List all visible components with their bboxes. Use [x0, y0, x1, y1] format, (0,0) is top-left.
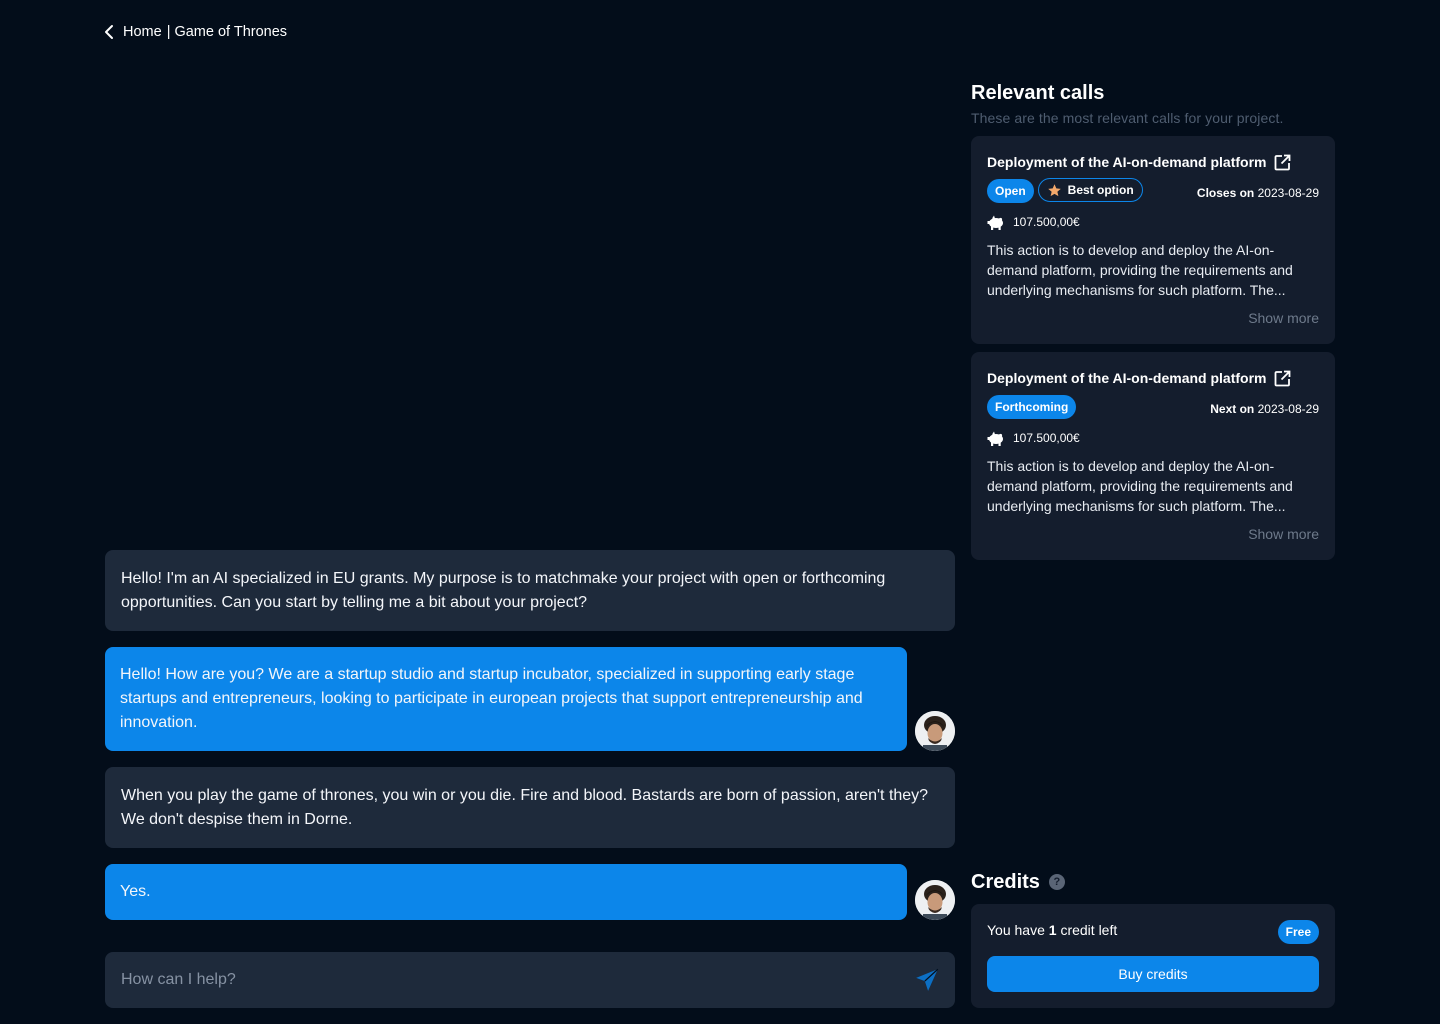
- external-link-icon[interactable]: [1274, 154, 1291, 171]
- breadcrumb-current: Game of Thrones: [174, 24, 288, 40]
- relevant-calls-subtitle: These are the most relevant calls for yo…: [971, 110, 1284, 126]
- star-icon: [1047, 183, 1062, 198]
- message-text: Yes.: [120, 883, 151, 900]
- bot-message: When you play the game of thrones, you w…: [105, 767, 955, 848]
- best-option-badge: Best option: [1037, 178, 1143, 202]
- show-more-link[interactable]: Show more: [1248, 526, 1319, 542]
- deadline-label: Next on: [1210, 402, 1255, 416]
- breadcrumb-separator: |: [166, 24, 171, 40]
- call-amount: 107.500,00€: [987, 213, 1080, 231]
- credit-text-before: You have: [987, 922, 1049, 938]
- user-message: Hello! How are you? We are a startup stu…: [105, 647, 907, 751]
- status-badge: Forthcoming: [987, 395, 1077, 419]
- message-text: Hello! I'm an AI specialized in EU grant…: [121, 569, 886, 611]
- chevron-left-icon[interactable]: [104, 22, 118, 42]
- piggy-bank-icon: [987, 213, 1005, 231]
- credits-card: You have 1 credit left Free Buy credits: [971, 904, 1335, 1008]
- deadline-label: Closes on: [1196, 186, 1255, 200]
- help-icon[interactable]: ?: [1048, 874, 1065, 890]
- best-option-label: Best option: [1067, 183, 1134, 197]
- chat-input[interactable]: [121, 971, 913, 989]
- call-deadline: Next on 2023-08-29: [1210, 402, 1319, 416]
- breadcrumb: Home | Game of Thrones: [104, 22, 287, 42]
- deadline-date: 2023-08-29: [1257, 186, 1319, 200]
- call-title-text: Deployment of the AI-on-demand platform: [987, 154, 1267, 170]
- message-text: Hello! How are you? We are a startup stu…: [120, 666, 863, 731]
- call-title-text: Deployment of the AI-on-demand platform: [987, 370, 1267, 386]
- bot-message: Hello! I'm an AI specialized in EU grant…: [105, 550, 955, 631]
- user-message: Yes.: [105, 864, 907, 920]
- credit-balance: You have 1 credit left: [987, 922, 1117, 938]
- amount-value: 107.500,00€: [1013, 431, 1080, 445]
- credit-count: 1: [1048, 922, 1057, 938]
- user-avatar: [915, 711, 955, 751]
- send-icon[interactable]: [913, 966, 941, 994]
- credits-heading: Credits ?: [971, 870, 1065, 894]
- message-composer: [105, 952, 955, 1008]
- call-description: This action is to develop and deploy the…: [987, 242, 1293, 298]
- amount-value: 107.500,00€: [1013, 215, 1080, 229]
- credits-title: Credits: [971, 870, 1040, 893]
- call-title: Deployment of the AI-on-demand platform: [987, 368, 1291, 388]
- call-badges: Forthcoming: [987, 395, 1077, 419]
- call-badges: Open Best option: [987, 178, 1143, 203]
- piggy-bank-icon: [987, 429, 1005, 447]
- call-card: Deployment of the AI-on-demand platform …: [971, 352, 1335, 560]
- call-deadline: Closes on 2023-08-29: [1197, 186, 1319, 200]
- buy-credits-button[interactable]: Buy credits: [987, 956, 1319, 992]
- external-link-icon[interactable]: [1274, 370, 1291, 387]
- relevant-calls-title: Relevant calls: [971, 82, 1105, 104]
- breadcrumb-home-link[interactable]: Home: [123, 24, 162, 40]
- call-title: Deployment of the AI-on-demand platform: [987, 152, 1291, 172]
- status-badge: Open: [987, 179, 1034, 203]
- credit-text-after: credit left: [1056, 922, 1118, 938]
- show-more-link[interactable]: Show more: [1248, 310, 1319, 326]
- plan-badge: Free: [1277, 920, 1319, 944]
- user-avatar: [915, 880, 955, 920]
- call-amount: 107.500,00€: [987, 429, 1080, 447]
- message-text: When you play the game of thrones, you w…: [121, 786, 929, 828]
- call-description: This action is to develop and deploy the…: [987, 458, 1293, 514]
- call-card: Deployment of the AI-on-demand platform …: [971, 136, 1335, 344]
- deadline-date: 2023-08-29: [1257, 402, 1319, 416]
